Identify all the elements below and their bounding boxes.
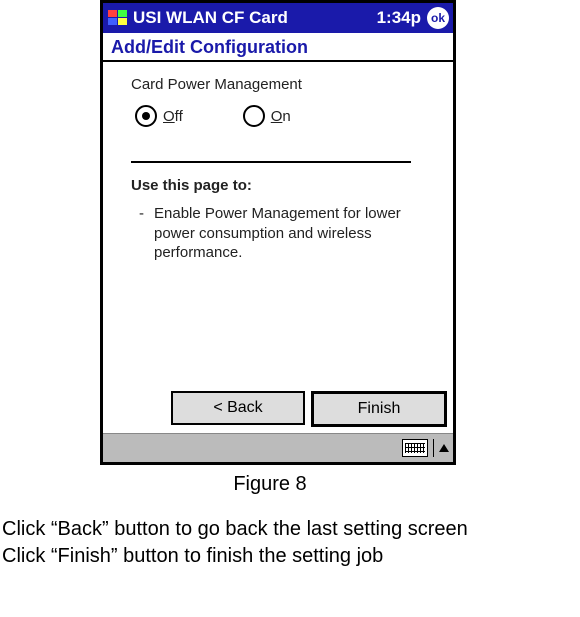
bullet-item: - Enable Power Management for lower powe… [131, 204, 435, 263]
ok-button[interactable]: ok [427, 7, 449, 29]
divider-line [131, 161, 411, 163]
bullet-dash: - [139, 204, 144, 263]
instruction-text: Click “Back” button to go back the last … [0, 516, 580, 570]
button-row: < Back Finish [103, 386, 453, 433]
titlebar: USI WLAN CF Card 1:34p ok [103, 3, 453, 33]
section-label: Card Power Management [131, 76, 435, 93]
radio-icon [135, 105, 157, 127]
keyboard-icon [402, 439, 428, 457]
radio-off[interactable]: Off [135, 105, 183, 127]
pda-window: USI WLAN CF Card 1:34p ok Add/Edit Confi… [100, 0, 456, 465]
clock-time: 1:34p [377, 8, 421, 28]
bullet-text: Enable Power Management for lower power … [154, 204, 405, 263]
document-page: USI WLAN CF Card 1:34p ok Add/Edit Confi… [0, 0, 580, 570]
use-heading: Use this page to: [131, 177, 435, 194]
separator [433, 439, 434, 457]
bottom-bar [103, 433, 453, 462]
radio-on-label: On [271, 108, 291, 125]
content-area: Card Power Management Off On Use this pa… [103, 62, 453, 386]
figure-caption: Figure 8 [0, 473, 560, 496]
instruction-line-1: Click “Back” button to go back the last … [2, 516, 580, 543]
radio-group-power: Off On [135, 105, 435, 127]
finish-button[interactable]: Finish [311, 391, 447, 427]
radio-on[interactable]: On [243, 105, 291, 127]
up-triangle-icon [439, 444, 449, 452]
window-title: USI WLAN CF Card [133, 8, 377, 28]
radio-icon [243, 105, 265, 127]
instruction-line-2: Click “Finish” button to finish the sett… [2, 543, 580, 570]
windows-start-icon[interactable] [107, 9, 129, 27]
page-subheader: Add/Edit Configuration [103, 33, 453, 62]
back-button[interactable]: < Back [171, 391, 305, 425]
keyboard-toggle[interactable] [402, 439, 449, 457]
radio-off-label: Off [163, 108, 183, 125]
